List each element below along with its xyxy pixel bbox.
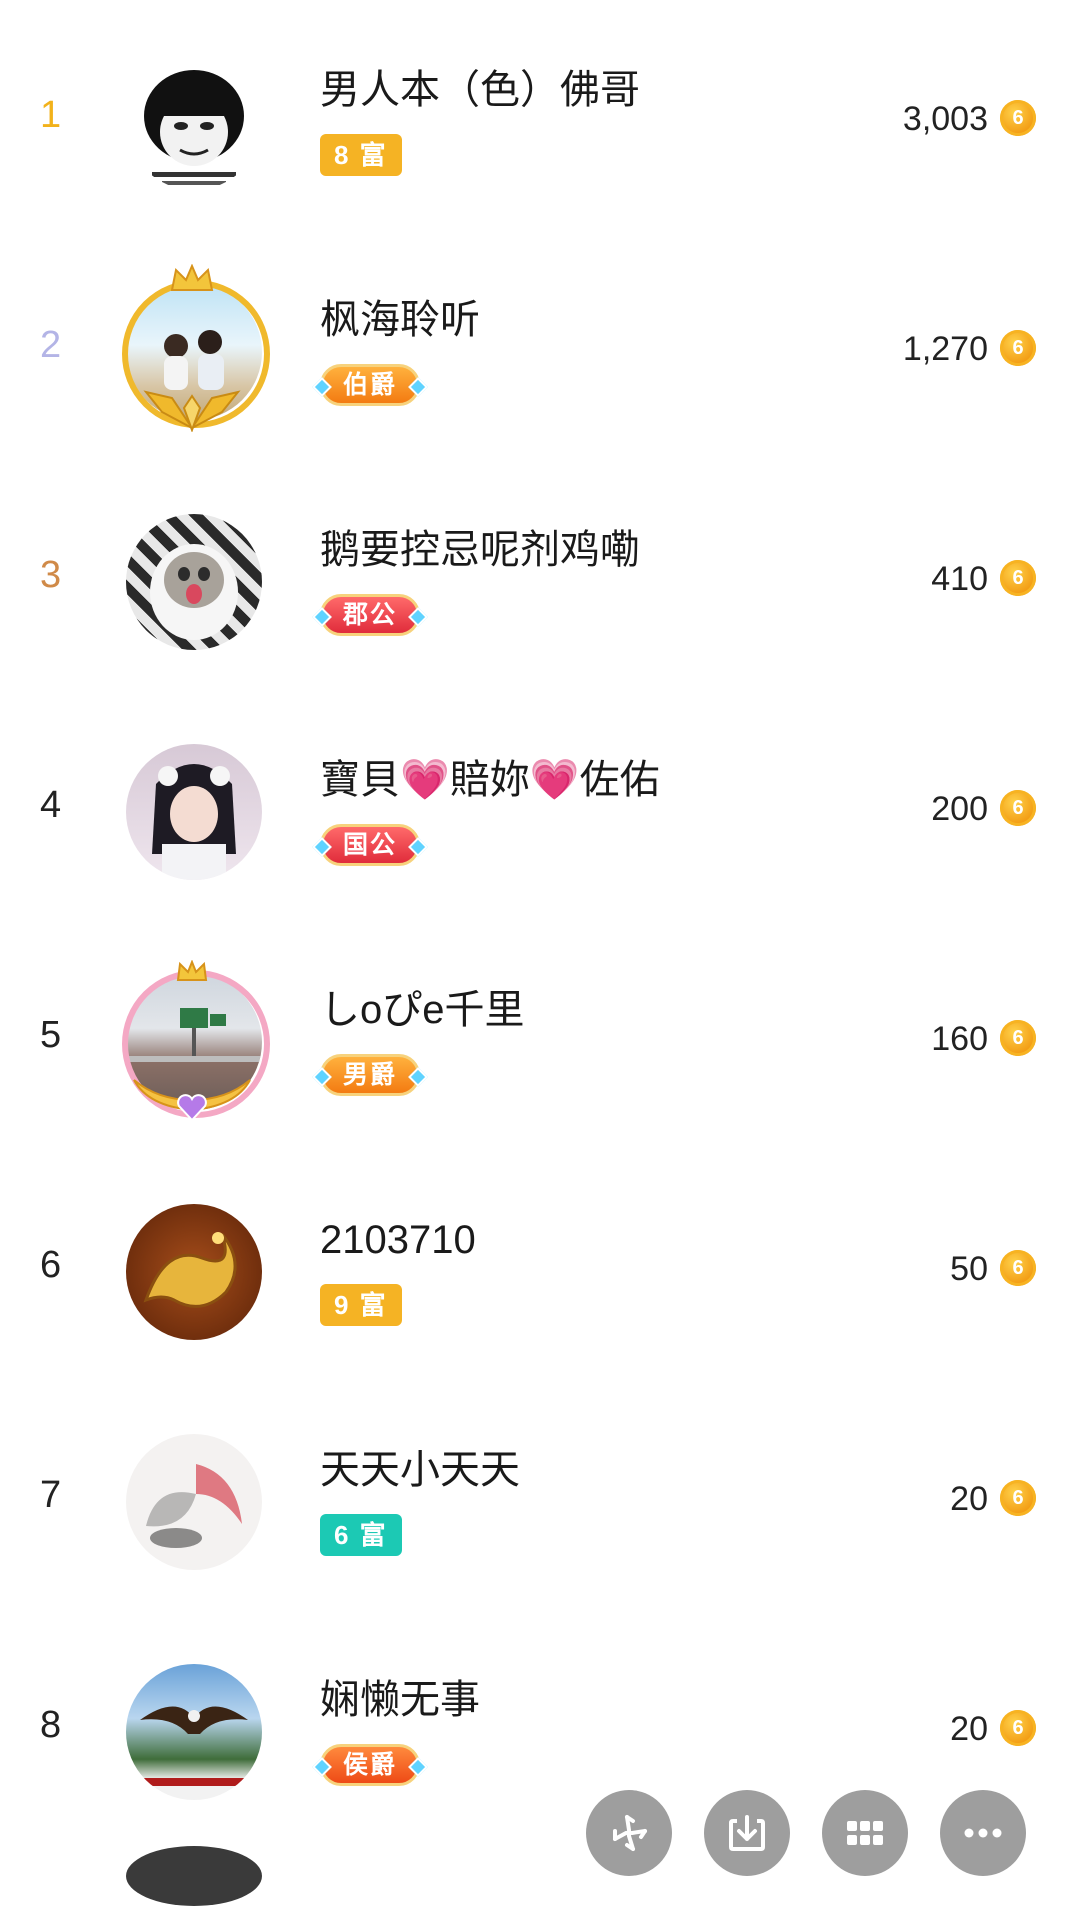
user-name: 娴懒无事 [320,1678,480,1722]
coin-icon: 6 [1000,1250,1036,1286]
coin-icon: 6 [1000,790,1036,826]
contribution-score: 20 [950,1480,988,1518]
ranking-row[interactable]: 4 寶貝💗賠妳💗佐佑 国公 200 6 [0,690,1080,920]
user-name: 2103710 [320,1218,476,1262]
avatar[interactable] [126,514,262,650]
share-button[interactable] [586,1790,672,1876]
avatar[interactable] [126,1846,262,1906]
avatar[interactable] [126,1204,262,1340]
noble-title-badge: 郡公 [320,594,421,636]
noble-title-badge: 男爵 [320,1054,421,1096]
ranking-row[interactable]: 1 男人本（色）佛哥 8 富 3,003 6 [0,0,1080,230]
contribution-score: 3,003 [902,100,988,138]
contribution-score: 50 [950,1250,988,1288]
heart-gem-icon [177,1094,207,1122]
crown-icon [170,264,214,291]
contribution-score: 200 [931,790,988,828]
apps-button[interactable] [822,1790,908,1876]
coin-icon: 6 [1000,1480,1036,1516]
crown-icon [176,960,208,981]
contribution-score: 1,270 [902,330,988,368]
download-button[interactable] [704,1790,790,1876]
avatar[interactable] [126,1664,262,1800]
noble-title-badge: 国公 [320,824,421,866]
pinwheel-icon [613,1815,647,1851]
rank-number: 8 [40,1704,62,1746]
rank-number: 2 [40,324,62,366]
contribution-score: 20 [950,1710,988,1748]
contribution-score: 410 [931,560,988,598]
coin-icon: 6 [1000,1020,1036,1056]
coin-icon: 6 [1000,560,1036,596]
wings-icon [143,390,241,432]
ranking-row[interactable]: 7 天天小天天 6 富 20 6 [0,1380,1080,1610]
wealth-level-badge: 9 富 [320,1284,402,1326]
user-name: 天天小天天 [320,1448,520,1492]
contribution-score: 160 [931,1020,988,1058]
coin-icon: 6 [1000,100,1036,136]
coin-icon: 6 [1000,1710,1036,1746]
avatar[interactable] [126,1434,262,1570]
wealth-level-badge: 8 富 [320,134,402,176]
noble-title-badge: 伯爵 [320,364,421,406]
rank-number: 3 [40,554,62,596]
ranking-row[interactable]: 2 枫海聆听 伯爵 1,270 6 [0,230,1080,460]
rank-number: 5 [40,1014,62,1056]
noble-title-badge: 侯爵 [320,1744,421,1786]
rank-number: 1 [40,94,62,136]
grid-icon [847,1821,883,1845]
ranking-row[interactable]: 5 しoぴe千里 男爵 160 6 [0,920,1080,1150]
rank-number: 4 [40,784,62,826]
user-name: 男人本（色）佛哥 [320,68,640,112]
user-name: 寶貝💗賠妳💗佐佑 [320,758,660,802]
user-name: しoぴe千里 [320,988,525,1032]
ranking-row[interactable]: 3 鹅要控忌呢剂鸡嘞 郡公 410 6 [0,460,1080,690]
rank-number: 6 [40,1244,62,1286]
ranking-list: 1 男人本（色）佛哥 8 富 3,003 6 2 枫海聆听 伯爵 1,270 6… [0,0,1080,1906]
ranking-row[interactable]: 6 2103710 9 富 50 6 [0,1150,1080,1380]
coin-icon: 6 [1000,330,1036,366]
more-button[interactable] [940,1790,1026,1876]
floating-toolbar [586,1790,1026,1878]
download-icon [729,1815,765,1851]
avatar[interactable] [126,54,262,190]
more-icon [964,1828,1002,1838]
user-name: 枫海聆听 [320,298,480,342]
wealth-level-badge: 6 富 [320,1514,402,1556]
rank-number: 7 [40,1474,62,1516]
user-name: 鹅要控忌呢剂鸡嘞 [320,528,640,572]
avatar[interactable] [126,744,262,880]
